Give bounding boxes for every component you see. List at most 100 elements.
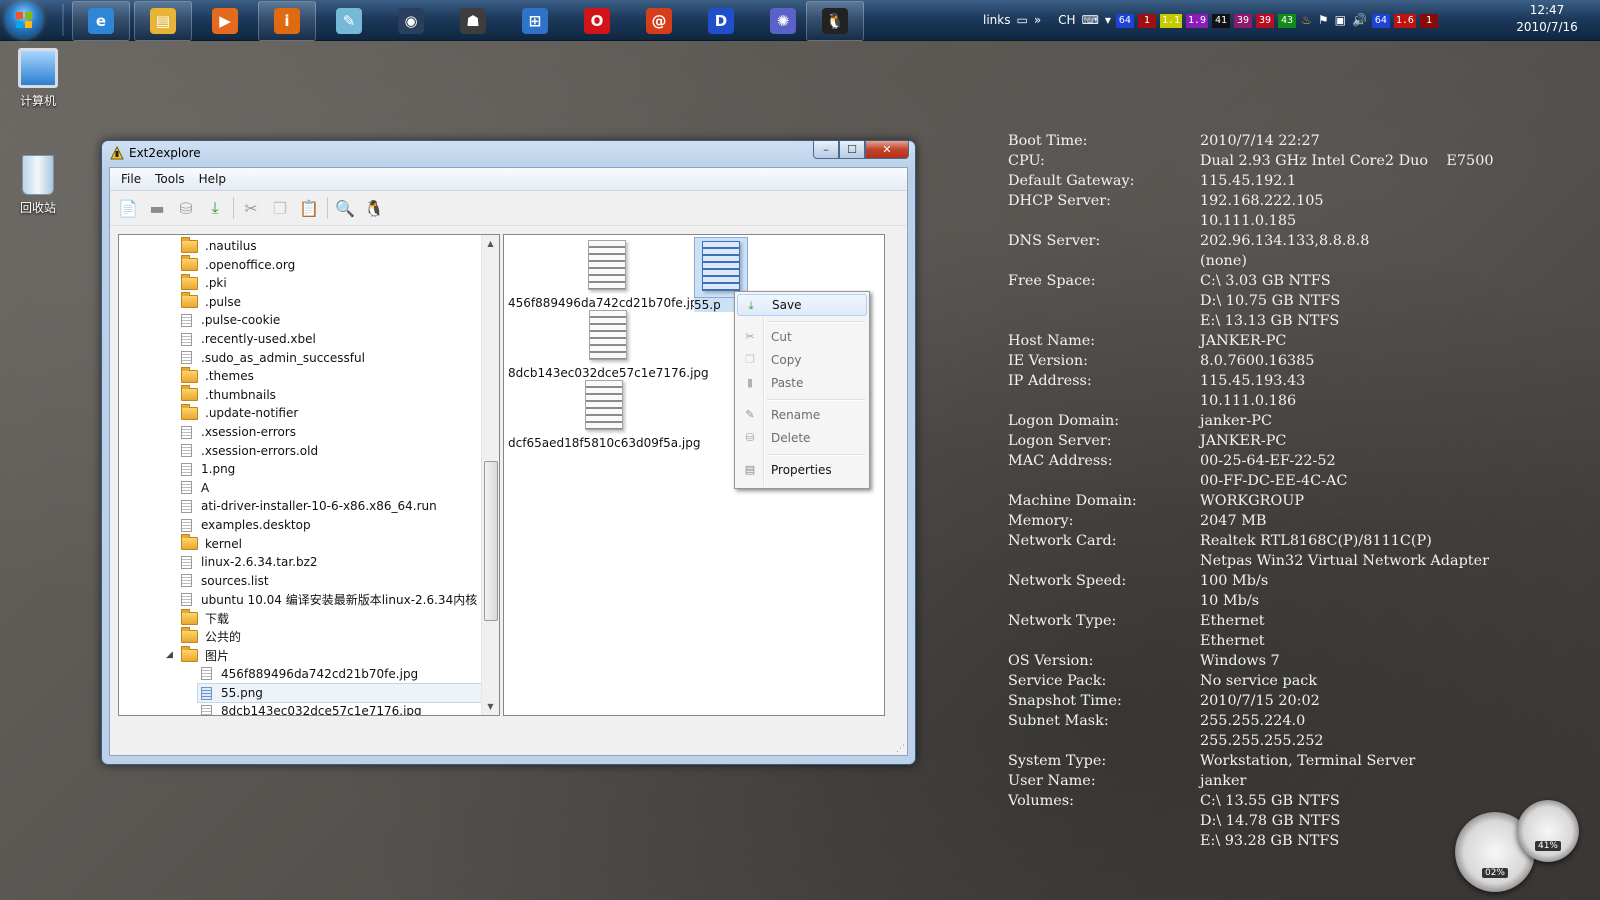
file-icon [181,462,192,476]
tray-badge[interactable]: 39 [1234,14,1253,28]
menu-file[interactable]: File [114,172,148,186]
tree-file-node[interactable]: linux-2.6.34.tar.bz2 [181,553,318,571]
title-bar[interactable]: Ext2explore – ☐ ✕ [102,141,915,165]
toolbar-overflow-chevron-icon[interactable]: » [1034,13,1041,27]
file-item[interactable]: 456f889496da742cd21b70fe.jpg [508,237,705,310]
scroll-down-arrow-icon[interactable]: ▼ [482,698,499,715]
tray-badge[interactable]: 1.6 [1393,14,1416,28]
keyboard-icon[interactable]: ⌨ [1082,13,1099,27]
tree-folder-node[interactable]: .pulse [181,292,241,311]
links-toolbar-label[interactable]: links [983,13,1010,27]
tree-file-node[interactable]: ati-driver-installer-10-6-x86.x86_64.run [181,497,437,515]
tree-file-node[interactable]: .xsession-errors.old [181,442,318,460]
language-indicator[interactable]: CH [1058,13,1075,27]
scroll-up-arrow-icon[interactable]: ▲ [482,235,499,252]
taskbar-button-explorer-folder[interactable]: ▤ [134,1,192,41]
tree-folder-node[interactable]: .pki [181,273,227,292]
flag-tray-icon[interactable]: ⚑ [1318,13,1329,27]
taskbar-button-d-app[interactable]: D [692,1,750,41]
file-item[interactable]: dcf65aed18f5810c63d09f5a.jpg [508,377,700,450]
tray-badge[interactable]: 43 [1278,14,1297,28]
context-menu-copy[interactable]: ❐ Copy [737,349,867,371]
flame-tray-icon[interactable]: ♨ [1301,13,1312,27]
tree-scrollbar[interactable]: ▲ ▼ [481,235,499,715]
tray-badge[interactable]: 1.9 [1186,14,1209,28]
tray-badge[interactable]: 1 [1419,14,1438,28]
tree-file-node[interactable]: .xsession-errors [181,423,296,441]
file-item[interactable]: 8dcb143ec032dce57c1e7176.jpg [508,307,709,380]
taskbar-button-opera[interactable]: O [568,1,626,41]
tree-file-node[interactable]: A [181,479,209,497]
save-icon[interactable]: ⤓ [203,196,227,220]
find-disk-icon[interactable]: 🔍 [333,196,357,220]
trash-icon[interactable]: ⛁ [174,196,198,220]
volume-icon[interactable]: 🔊 [1352,13,1367,27]
taskbar-button-media-player[interactable]: ▶ [196,1,254,41]
taskbar-button-cat-app[interactable]: ☗ [444,1,502,41]
desktop-icon-computer[interactable]: 计算机 [3,48,73,109]
tree-file-node[interactable]: 8dcb143ec032dce57c1e7176.jpg [201,702,422,715]
context-menu-cut[interactable]: ✂ Cut [737,326,867,348]
close-button[interactable]: ✕ [865,141,909,159]
memory-meter-gadget[interactable]: 41% [1517,800,1579,862]
tree-file-node[interactable]: sources.list [181,572,269,590]
desktop-icon-recycle-bin[interactable]: 回收站 [3,155,73,216]
copy-icon[interactable]: ❐ [268,196,292,220]
tray-badge[interactable]: 64 [1371,14,1390,28]
tree-folder-node[interactable]: 图片 [181,645,229,664]
file-icon [201,686,212,700]
resize-grip-icon[interactable]: ⋰ [896,744,905,754]
menu-help[interactable]: Help [192,172,233,186]
taskbar-button-swirl-app[interactable]: @ [630,1,688,41]
tray-badge[interactable]: 39 [1256,14,1275,28]
tree-folder-node[interactable]: 下载 [181,608,229,627]
tree-file-node[interactable]: .recently-used.xbel [181,330,316,348]
tux-icon[interactable]: 🐧 [362,196,386,220]
tree-folder-node[interactable]: .themes [181,366,254,385]
tree-file-node[interactable]: 55.png [197,683,482,704]
folder-icon[interactable]: ▬ [145,196,169,220]
taskbar-clock[interactable]: 12:47 2010/7/16 [1512,2,1582,36]
menu-tools[interactable]: Tools [148,172,192,186]
tree-folder-node[interactable]: 公共的 [181,627,241,646]
tree-file-node[interactable]: 456f889496da742cd21b70fe.jpg [201,665,418,683]
tree-file-node[interactable]: 1.png [181,460,235,478]
context-menu-rename[interactable]: ✎ Rename [737,404,867,426]
taskbar-button-notepad[interactable]: ✎ [320,1,378,41]
tree-folder-node[interactable]: kernel [181,534,242,553]
tray-badge[interactable]: 1.1 [1159,14,1182,28]
taskbar-button-tux-taskbar[interactable]: 🐧 [806,1,864,41]
minimize-button[interactable]: – [813,141,839,159]
tree-file-node[interactable]: .pulse-cookie [181,311,280,329]
taskbar-button-info[interactable]: i [258,1,316,41]
context-menu-save[interactable]: ⤓ Save [737,294,867,316]
cut-icon[interactable]: ✂ [239,196,263,220]
tree-file-node[interactable]: .sudo_as_admin_successful [181,349,365,367]
network-tray-icon[interactable]: ▣ [1335,13,1346,27]
tray-badge[interactable]: 1 [1137,14,1156,28]
tray-badge[interactable]: 41 [1212,14,1231,28]
paste-icon[interactable]: 📋 [297,196,321,220]
start-button[interactable] [6,2,42,38]
monitor-tray-icon[interactable]: ▭ [1016,13,1027,27]
folder-tree[interactable]: .nautilus .openoffice.org .pki .pulse .pulse… [118,234,500,716]
maximize-button[interactable]: ☐ [839,141,865,159]
tree-folder-node[interactable]: .nautilus [181,236,257,255]
context-menu-properties[interactable]: ▤ Properties [737,459,867,481]
scroll-thumb[interactable] [484,461,498,621]
taskbar-button-flower-app[interactable]: ✺ [754,1,812,41]
tree-file-node[interactable]: examples.desktop [181,516,311,534]
tray-badge[interactable]: 64 [1115,14,1134,28]
taskbar-button-internet-explorer[interactable]: e [72,1,130,41]
tree-file-node[interactable]: ubuntu 10.04 编译安装最新版本linux-2.6.34内核 [181,590,477,608]
context-menu-paste[interactable]: ▮ Paste [737,372,867,394]
new-file-icon[interactable]: 📄 [116,196,140,220]
tray-expand-arrow-icon[interactable]: ▾ [1105,13,1111,27]
taskbar-button-eye-app[interactable]: ◉ [382,1,440,41]
context-menu-delete[interactable]: ⛁ Delete [737,427,867,449]
taskbar-button-windows-flag[interactable]: ⊞ [506,1,564,41]
expand-arrow-icon[interactable]: ◢ [166,650,173,660]
tree-folder-node[interactable]: .openoffice.org [181,255,295,274]
tree-folder-node[interactable]: .thumbnails [181,385,276,404]
tree-folder-node[interactable]: .update-notifier [181,403,298,422]
